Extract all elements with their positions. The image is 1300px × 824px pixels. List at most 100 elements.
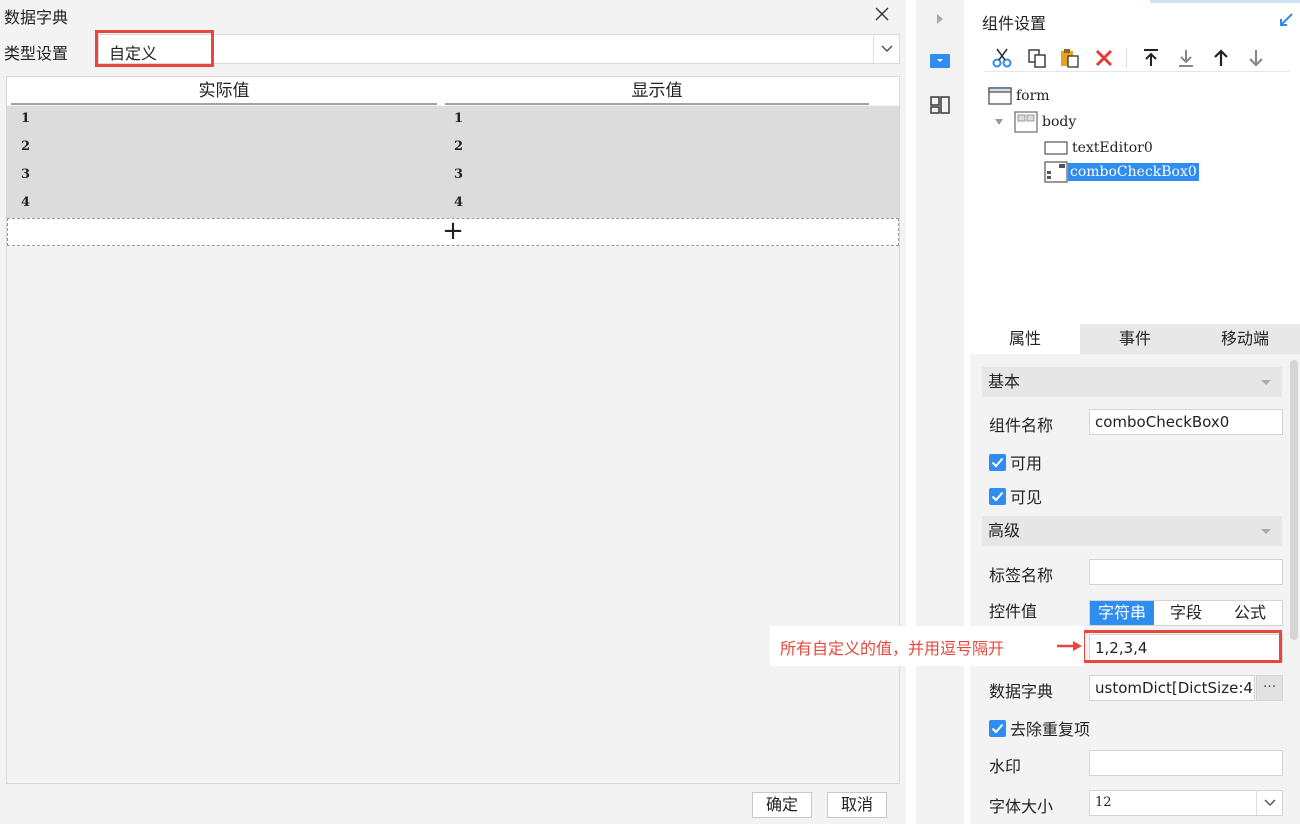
font-size-select[interactable]: 12 <box>1089 790 1283 816</box>
add-row-button[interactable]: + <box>7 218 899 246</box>
cell-display: 4 <box>454 195 464 210</box>
paste-icon[interactable] <box>1058 46 1082 70</box>
body-icon <box>1014 111 1038 133</box>
delete-icon[interactable] <box>1092 46 1116 70</box>
font-size-label: 字体大小 <box>989 797 1054 816</box>
arrow-right-icon <box>1057 641 1082 651</box>
move-down-icon[interactable] <box>1244 46 1268 70</box>
tree-node-combocheckbox[interactable]: comboCheckBox0 <box>1044 161 1199 183</box>
component-name-label: 组件名称 <box>989 416 1054 435</box>
cell-display: 3 <box>454 167 464 182</box>
cut-icon[interactable] <box>990 46 1014 70</box>
control-value-mode-toggle: 字符串 字段 公式 <box>1089 600 1283 626</box>
control-value-input[interactable]: 1,2,3,4 <box>1089 634 1283 662</box>
table-header: 实际值 显示值 <box>7 77 899 105</box>
control-value-label: 控件值 <box>989 602 1038 621</box>
mode-formula-button[interactable]: 公式 <box>1218 601 1282 625</box>
data-dictionary-dialog: 数据字典 类型设置 自定义 实际值 显示值 1 1 2 2 3 3 4 4 + … <box>0 0 906 824</box>
tab-mobile[interactable]: 移动端 <box>1190 324 1300 354</box>
table-row[interactable]: 4 4 <box>7 190 899 218</box>
tree-label-form: form <box>1016 88 1050 104</box>
tab-properties[interactable]: 属性 <box>970 324 1080 354</box>
watermark-input[interactable] <box>1089 750 1283 776</box>
mode-string-button[interactable]: 字符串 <box>1090 601 1154 625</box>
panel-scrollbar[interactable] <box>1290 360 1298 640</box>
toolbar-divider <box>1126 48 1127 68</box>
component-name-input[interactable]: comboCheckBox0 <box>1089 409 1283 435</box>
dictionary-more-button[interactable]: ··· <box>1256 675 1283 701</box>
data-dictionary-input[interactable]: ustomDict[DictSize:4] <box>1089 675 1255 701</box>
property-tabs: 属性 事件 移动端 <box>970 324 1300 354</box>
move-up-icon[interactable] <box>1209 46 1233 70</box>
cell-actual: 1 <box>21 111 31 126</box>
tree-node-form[interactable]: form <box>988 85 1050 107</box>
type-select-value: 自定义 <box>109 44 158 63</box>
cell-display: 2 <box>454 139 464 154</box>
enabled-checkbox[interactable]: 可用 <box>989 450 1042 474</box>
tree-node-body[interactable]: body <box>994 111 1076 133</box>
ok-button[interactable]: 确定 <box>752 792 812 818</box>
type-select[interactable]: 自定义 <box>98 34 900 64</box>
move-to-top-icon[interactable] <box>1139 46 1163 70</box>
pin-arrow-icon[interactable] <box>1278 12 1294 32</box>
cell-display: 1 <box>454 111 464 126</box>
enabled-label: 可用 <box>1010 454 1043 473</box>
close-icon[interactable] <box>872 4 892 24</box>
layout-icon[interactable] <box>916 90 964 120</box>
chevron-down-icon[interactable] <box>1256 791 1282 815</box>
annotation-text: 所有自定义的值，并用逗号隔开 <box>780 639 1005 658</box>
component-settings-icon[interactable] <box>916 46 964 76</box>
collapse-arrow-icon[interactable] <box>916 4 964 34</box>
visible-checkbox[interactable]: 可见 <box>989 484 1042 508</box>
tag-name-label: 标签名称 <box>989 566 1054 585</box>
tree-label-combocheckbox: comboCheckBox0 <box>1068 163 1199 181</box>
table-row[interactable]: 1 1 <box>7 106 899 134</box>
cell-actual: 4 <box>21 195 31 210</box>
dictionary-table: 实际值 显示值 1 1 2 2 3 3 4 4 + <box>6 76 900 784</box>
panel-top: 组件设置 form body textEditor0 comboCheckBox… <box>970 0 1300 324</box>
section-basic[interactable]: 基本 <box>982 367 1282 397</box>
tree-label-body: body <box>1042 114 1077 130</box>
mode-field-button[interactable]: 字段 <box>1154 601 1218 625</box>
watermark-label: 水印 <box>989 757 1022 776</box>
tag-name-input[interactable] <box>1089 559 1283 585</box>
cell-actual: 3 <box>21 167 31 182</box>
move-to-bottom-icon[interactable] <box>1174 46 1198 70</box>
tree-node-texteditor[interactable]: textEditor0 <box>1044 137 1153 159</box>
section-advanced-label: 高级 <box>988 521 1021 540</box>
checkbox-checked-icon <box>989 719 1006 737</box>
type-setting-label: 类型设置 <box>4 44 69 63</box>
section-basic-label: 基本 <box>988 372 1021 391</box>
chevron-down-icon <box>1261 380 1271 385</box>
dialog-title: 数据字典 <box>4 8 69 27</box>
text-editor-icon <box>1044 141 1068 155</box>
combo-checkbox-icon <box>1044 161 1068 183</box>
form-icon <box>988 87 1012 105</box>
section-advanced[interactable]: 高级 <box>982 516 1282 546</box>
copy-icon[interactable] <box>1025 46 1049 70</box>
panel-top-accent <box>1150 0 1300 3</box>
side-rail <box>916 0 964 824</box>
component-settings-panel: 组件设置 form body textEditor0 comboCheckBox… <box>970 0 1300 824</box>
expand-triangle-icon <box>995 119 1003 125</box>
panel-title: 组件设置 <box>982 14 1047 33</box>
checkbox-checked-icon <box>989 487 1006 505</box>
column-header-display[interactable]: 显示值 <box>445 77 869 105</box>
table-row[interactable]: 3 3 <box>7 162 899 190</box>
tab-events[interactable]: 事件 <box>1080 324 1190 354</box>
cell-actual: 2 <box>21 139 31 154</box>
toolbar <box>984 42 1290 72</box>
chevron-down-icon <box>1261 529 1271 534</box>
font-size-value: 12 <box>1095 795 1112 810</box>
column-header-actual[interactable]: 实际值 <box>11 77 437 105</box>
dedupe-label: 去除重复项 <box>1010 720 1091 739</box>
dedupe-checkbox[interactable]: 去除重复项 <box>989 716 1090 740</box>
chevron-down-icon[interactable] <box>873 35 899 63</box>
table-row[interactable]: 2 2 <box>7 134 899 162</box>
checkbox-checked-icon <box>989 453 1006 471</box>
tree-label-texteditor: textEditor0 <box>1072 140 1153 156</box>
annotation-callout: 所有自定义的值，并用逗号隔开 <box>770 626 1084 666</box>
visible-label: 可见 <box>1010 488 1043 507</box>
data-dictionary-label: 数据字典 <box>989 682 1054 701</box>
cancel-button[interactable]: 取消 <box>827 792 887 818</box>
